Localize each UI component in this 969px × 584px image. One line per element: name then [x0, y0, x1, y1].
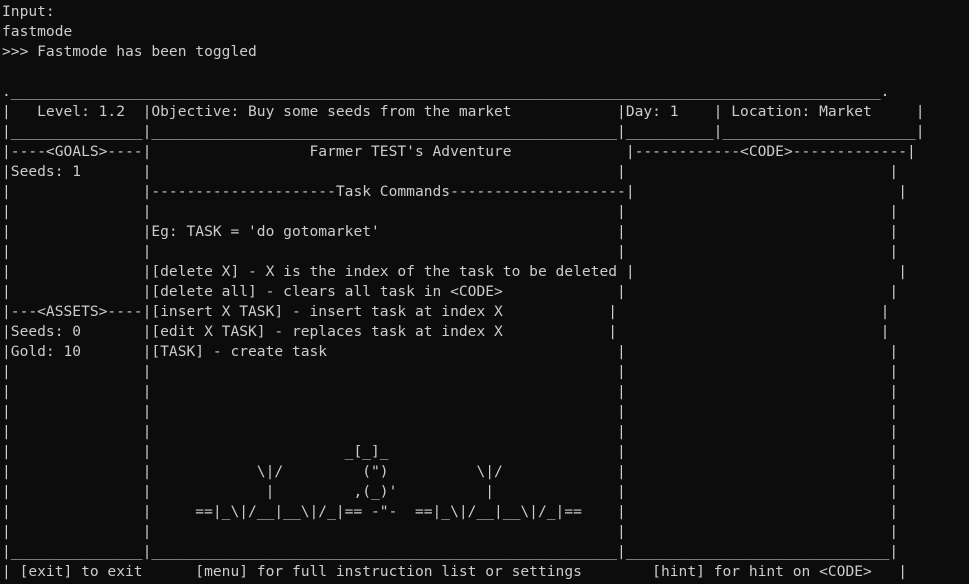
- console-line: | | | |: [2, 363, 899, 380]
- console-line: | | | |: [2, 203, 899, 220]
- input-command-echo: fastmode: [2, 23, 73, 40]
- console-line: | | | |: [2, 383, 899, 400]
- console-line: | | | |: [2, 403, 899, 420]
- console-line: | | _[_]_ | |: [2, 443, 899, 460]
- console-line: | | | |: [2, 423, 899, 440]
- input-prompt-label: Input:: [2, 3, 55, 20]
- console-screen[interactable]: Input: fastmode >>> Fastmode has been togg…: [2, 2, 969, 584]
- panel-headers-row: |----<GOALS>----| Farmer TEST's Adventur…: [2, 143, 916, 160]
- console-line: |Gold: 10 |[TASK] - create task | |: [2, 343, 899, 360]
- console-line: | | | |: [2, 243, 899, 260]
- console-line: | | ==|_\|/__|__\|/_|== -"- ==|_\|/__|__…: [2, 503, 899, 520]
- console-line: |_______________|_______________________…: [2, 123, 925, 140]
- console-line: |Seeds: 0 |[edit X TASK] - replaces task…: [2, 323, 890, 340]
- console-line: |_______________|_______________________…: [2, 543, 899, 560]
- footer-help-row: | [exit] to exit [menu] for full instruc…: [2, 563, 907, 580]
- console-line: | |Eg: TASK = 'do gotomarket' | |: [2, 223, 899, 240]
- console-line: ._______________________________________…: [2, 83, 890, 100]
- status-bar-row: | Level: 1.2 |Objective: Buy some seeds …: [2, 103, 925, 120]
- console-line: | |---------------------Task Commands---…: [2, 183, 907, 200]
- console-line: | | | ,(_)' | | |: [2, 483, 899, 500]
- console-line: |---<ASSETS>----|[insert X TASK] - inser…: [2, 303, 890, 320]
- console-line: | | \|/ (") \|/ | |: [2, 463, 899, 480]
- console-line: | | | |: [2, 523, 899, 540]
- console-line: | |[delete all] - clears all task in <CO…: [2, 283, 899, 300]
- console-line: |Seeds: 1 | | |: [2, 163, 899, 180]
- console-line: | |[delete X] - X is the index of the ta…: [2, 263, 907, 280]
- console-output-message: >>> Fastmode has been toggled: [2, 43, 257, 60]
